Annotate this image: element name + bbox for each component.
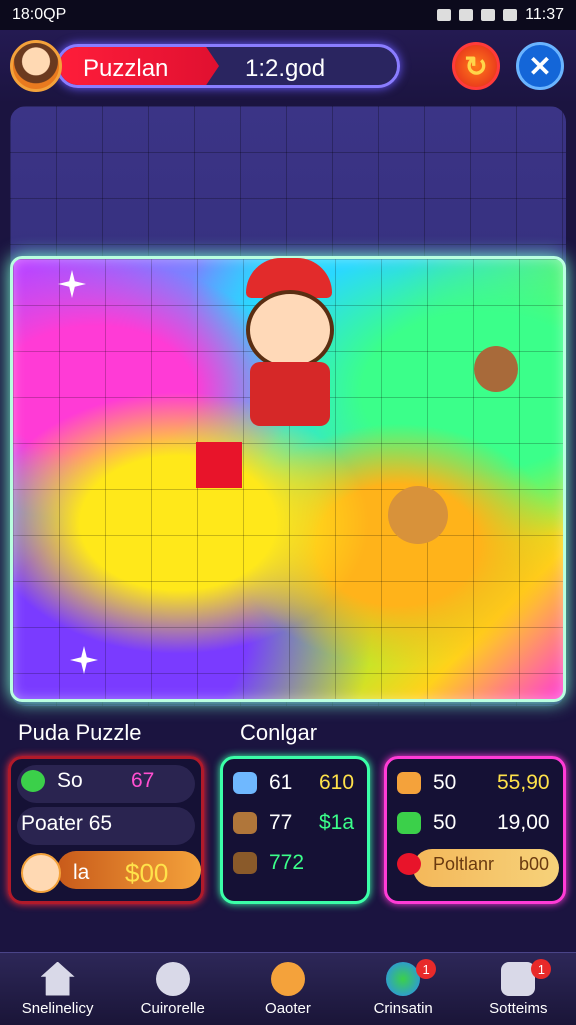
puzzle-piece[interactable]: [196, 442, 242, 488]
puzzle-title: Puda Puzzle: [18, 720, 142, 745]
nav-item-settings[interactable]: Cuirorelle: [118, 953, 228, 1025]
nav-item-compass[interactable]: Oaoter: [233, 953, 343, 1025]
avatar-icon: [21, 853, 61, 893]
stat-value: $1a: [319, 811, 355, 834]
signal-icon: [481, 9, 496, 21]
status-left-text: 18:0QP: [12, 6, 67, 23]
stat-text: Poater 65: [21, 812, 113, 835]
boy-jacket: [250, 362, 330, 426]
stat-row: 50 19,00: [397, 811, 550, 835]
bear-character: [388, 486, 448, 544]
stat-value: 50: [433, 771, 457, 794]
wood-icon: [233, 812, 257, 834]
notification-badge: 1: [531, 959, 552, 979]
boy-face: [246, 290, 334, 370]
nav-label: Oaoter: [265, 999, 311, 1017]
stat-value: 61: [269, 771, 293, 794]
stat-value: 19,00: [497, 811, 550, 834]
close-button[interactable]: ✕: [516, 42, 564, 90]
stat-label: So: [57, 769, 83, 792]
player-avatar[interactable]: [10, 40, 62, 92]
battery-icon: [503, 9, 518, 21]
notification-badge: 1: [416, 959, 437, 979]
stat-value: 55,90: [497, 771, 550, 794]
reward-text: Poltlanr: [433, 853, 495, 874]
status-bar: 18:0QP 11:37: [0, 0, 576, 30]
stat-label: la: [73, 861, 90, 884]
score-display: 1:2.god: [245, 55, 326, 82]
stat-row: So 67: [21, 769, 154, 793]
stat-value: 77: [269, 811, 293, 834]
crown-icon: [397, 772, 421, 794]
player-bar: Puzzlan 1:2.god: [56, 44, 400, 88]
stats-panel-right: 50 55,90 50 19,00 Poltlanr b00: [384, 756, 566, 904]
stat-row: 61 610: [233, 771, 354, 795]
nav-item-camera[interactable]: Sotteims 1: [463, 953, 573, 1025]
coin-value: $00: [125, 857, 169, 888]
nav-label: Sotteims: [489, 999, 548, 1017]
nav-label: Snelinelicy: [21, 999, 94, 1017]
stat-value: 67: [131, 769, 155, 792]
stat-row: la $00: [21, 853, 168, 893]
stat-value: 610: [319, 771, 355, 794]
reward-value: b00: [519, 853, 550, 874]
stat-row: 77 $1a: [233, 811, 354, 835]
wifi-icon: [459, 9, 474, 21]
top-bar: Puzzlan 1:2.god ↻ ✕: [0, 30, 576, 104]
ice-block-icon: [233, 772, 257, 794]
stat-value: 50: [433, 811, 457, 834]
stats-panel-left: So 67 Poater 65 la $00: [8, 756, 204, 904]
status-time: 11:37: [525, 6, 564, 23]
gem-icon: [397, 853, 421, 875]
apple-icon: [21, 770, 45, 792]
stat-row: 50 55,90: [397, 771, 550, 795]
leaf-icon: [397, 812, 421, 834]
refresh-icon: ↻: [464, 50, 488, 82]
bottom-nav: Snelinelicy Cuirorelle Oaoter Crinsatin …: [0, 952, 576, 1025]
stat-row: Poltlanr b00: [397, 853, 549, 875]
nav-item-globe[interactable]: Crinsatin 1: [348, 953, 458, 1025]
camera-icon: [501, 961, 536, 996]
panel-title: Conlgar: [240, 720, 318, 745]
fox-character: [474, 346, 518, 392]
nav-item-home[interactable]: Snelinelicy: [3, 953, 113, 1025]
refresh-button[interactable]: ↻: [452, 42, 500, 90]
close-icon: ✕: [528, 50, 552, 82]
nav-label: Crinsatin: [373, 999, 433, 1017]
globe-icon: [386, 961, 421, 996]
home-icon: [40, 961, 75, 996]
player-name: Puzzlan: [83, 55, 169, 82]
stat-value: 772: [269, 851, 305, 874]
boy-character: [228, 258, 350, 428]
stat-row: Poater 65: [21, 812, 112, 836]
bread-icon: [233, 852, 257, 874]
compass-icon: [270, 961, 305, 996]
gear-icon: [155, 961, 190, 996]
bluetooth-icon: [437, 9, 452, 21]
nav-label: Cuirorelle: [140, 999, 205, 1017]
status-icons: 11:37: [437, 6, 564, 24]
stat-row: 772: [233, 851, 304, 875]
stats-panel-middle: 61 610 77 $1a 772: [220, 756, 370, 904]
